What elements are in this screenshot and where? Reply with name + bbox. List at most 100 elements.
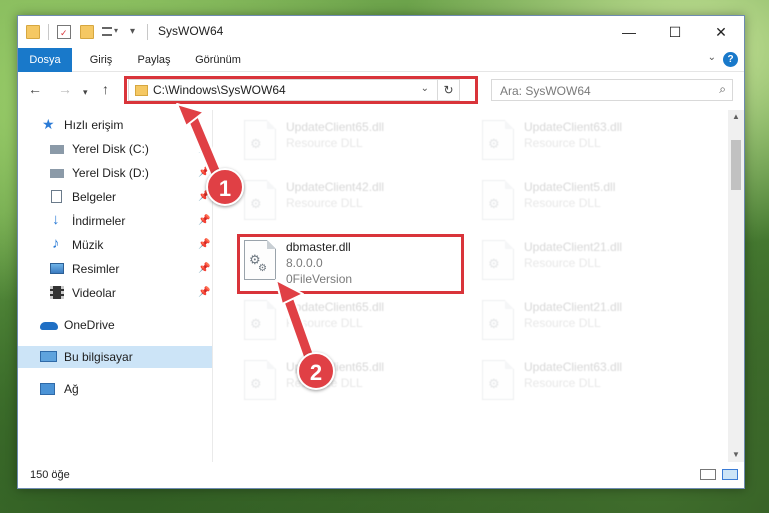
minimize-button[interactable]: — [606, 16, 652, 48]
file-item[interactable]: ⚙ UpdateClient5.dll Resource DLL [476, 176, 704, 232]
chevron-down-icon[interactable]: ⌄ [708, 52, 716, 63]
file-type: Resource DLL [524, 256, 601, 270]
sidebar-item-label: OneDrive [64, 318, 115, 332]
sidebar-item-label: İndirmeler [72, 214, 126, 228]
sidebar-item-downloads[interactable]: ↓ İndirmeler 📌 [18, 210, 212, 232]
file-name: UpdateClient65.dll [286, 120, 385, 134]
documents-icon [51, 190, 62, 203]
sidebar-item-drive-c[interactable]: Yerel Disk (C:) 📌 [18, 138, 212, 160]
file-item[interactable]: ⚙ UpdateClient65.dll Resource DLL [238, 116, 466, 172]
file-type: Resource DLL [524, 196, 601, 210]
scroll-down-icon[interactable]: ▼ [728, 448, 744, 462]
file-type: Resource DLL [524, 136, 601, 150]
title-separator [147, 24, 148, 40]
search-icon[interactable]: ⌕ [719, 82, 726, 97]
dll-file-icon: ⚙ [482, 120, 514, 160]
close-button[interactable]: ✕ [698, 16, 744, 48]
help-icon[interactable]: ? [723, 52, 738, 67]
maximize-button[interactable]: ☐ [652, 16, 698, 48]
up-arrow-icon[interactable]: ↑ [102, 81, 109, 97]
file-name: UpdateClient63.dll [524, 360, 623, 374]
title-separator [48, 24, 49, 40]
pin-icon[interactable]: 📌 [198, 210, 210, 232]
pictures-icon [50, 263, 64, 274]
forward-arrow-icon[interactable]: → [58, 81, 72, 97]
pin-icon[interactable]: 📌 [198, 138, 210, 160]
file-item[interactable]: ⚙ UpdateClient63.dll Resource DLL [476, 356, 704, 412]
file-name: UpdateClient42.dll [286, 180, 385, 194]
network-icon [40, 383, 55, 395]
scrollbar-thumb[interactable] [731, 140, 741, 190]
sidebar-item-this-pc[interactable]: Bu bilgisayar [18, 346, 212, 368]
file-item[interactable]: ⚙ UpdateClient65.dll Resource DLL [238, 296, 466, 352]
file-name: UpdateClient21.dll [524, 300, 623, 314]
address-bar-highlight [124, 76, 478, 104]
sidebar-item-label: Hızlı erişim [64, 118, 124, 132]
star-icon: ★ [42, 116, 55, 132]
folder-icon [26, 25, 40, 39]
dll-file-icon: ⚙ [482, 360, 514, 400]
sidebar-item-drive-d[interactable]: Yerel Disk (D:) 📌 [18, 162, 212, 184]
new-folder-icon[interactable] [80, 25, 94, 39]
sidebar-item-label: Müzik [72, 238, 104, 252]
file-item[interactable]: ⚙ UpdateClient21.dll Resource DLL [476, 236, 704, 292]
large-icons-view-icon[interactable] [722, 469, 738, 480]
file-type: Resource DLL [286, 196, 363, 210]
properties-icon[interactable]: ✓ [57, 25, 71, 39]
details-view-icon[interactable] [700, 469, 716, 480]
navigation-pane: ★ Hızlı erişim Yerel Disk (C:) 📌 Yerel D… [18, 110, 213, 462]
sidebar-item-pictures[interactable]: Resimler 📌 [18, 258, 212, 280]
tab-share[interactable]: Paylaş [132, 48, 176, 72]
customize-qa-icon[interactable]: ▾ [102, 25, 118, 39]
dropdown-arrow-icon[interactable]: ▾ [130, 25, 144, 39]
drive-icon [50, 169, 64, 178]
sidebar-item-music[interactable]: ♪ Müzik 📌 [18, 234, 212, 256]
tab-view[interactable]: Görünüm [190, 48, 246, 72]
sidebar-item-quick-access[interactable]: ★ Hızlı erişim [18, 114, 212, 136]
sidebar-item-label: Bu bilgisayar [64, 350, 133, 364]
status-bar: 150 öğe [18, 462, 744, 488]
sidebar-item-network[interactable]: Ağ [18, 378, 212, 400]
search-input[interactable]: Ara: SysWOW64 ⌕ [491, 79, 733, 101]
pin-icon[interactable]: 📌 [198, 282, 210, 304]
sidebar-item-label: Belgeler [72, 190, 117, 204]
dll-file-icon: ⚙ [244, 120, 276, 160]
sidebar-item-videos[interactable]: Videolar 📌 [18, 282, 212, 304]
tab-home[interactable]: Giriş [82, 48, 120, 72]
tab-file[interactable]: Dosya [18, 48, 72, 72]
sidebar-item-label: Videolar [72, 286, 116, 300]
scroll-up-icon[interactable]: ▲ [728, 110, 744, 124]
recent-locations-chevron-icon[interactable]: ▾ [83, 84, 88, 100]
dll-file-icon: ⚙ [244, 360, 276, 400]
vertical-scrollbar[interactable]: ▲ ▼ [728, 110, 744, 462]
file-item[interactable]: ⚙ UpdateClient65.dll Resource DLL [238, 356, 466, 412]
sidebar-item-label: Ağ [64, 382, 79, 396]
file-item[interactable]: ⚙ UpdateClient42.dll Resource DLL [238, 176, 466, 232]
dll-file-icon: ⚙ [244, 300, 276, 340]
file-type: Resource DLL [524, 376, 601, 390]
sidebar-item-label: Resimler [72, 262, 120, 276]
file-name: UpdateClient21.dll [524, 240, 623, 254]
file-item[interactable]: ⚙ UpdateClient21.dll Resource DLL [476, 296, 704, 352]
dll-file-icon: ⚙ [482, 180, 514, 220]
pin-icon[interactable]: 📌 [198, 258, 210, 280]
sidebar-item-label: Yerel Disk (C:) [72, 142, 149, 156]
dll-file-icon: ⚙ [244, 180, 276, 220]
sidebar-item-documents[interactable]: Belgeler 📌 [18, 186, 212, 208]
sidebar-item-label: Yerel Disk (D:) [72, 166, 149, 180]
file-item[interactable]: ⚙ UpdateClient63.dll Resource DLL [476, 116, 704, 172]
back-arrow-icon[interactable]: ← [28, 81, 42, 97]
sidebar-item-onedrive[interactable]: OneDrive [18, 314, 212, 336]
dll-file-icon: ⚙ [482, 240, 514, 280]
file-type: Resource DLL [286, 316, 363, 330]
drive-icon [50, 145, 64, 154]
file-explorer-window: ✓ ▾ ▾ SysWOW64 — ☐ ✕ Dosya Giriş Paylaş … [17, 15, 745, 489]
file-name: UpdateClient5.dll [524, 180, 616, 194]
downloads-icon: ↓ [52, 211, 60, 228]
pin-icon[interactable]: 📌 [198, 234, 210, 256]
file-type: Resource DLL [524, 316, 601, 330]
step-2-badge: 2 [297, 352, 335, 390]
search-placeholder: Ara: SysWOW64 [500, 84, 591, 98]
window-title: SysWOW64 [158, 24, 224, 38]
ribbon-tabs: Dosya Giriş Paylaş Görünüm ⌄ ? [18, 48, 744, 72]
